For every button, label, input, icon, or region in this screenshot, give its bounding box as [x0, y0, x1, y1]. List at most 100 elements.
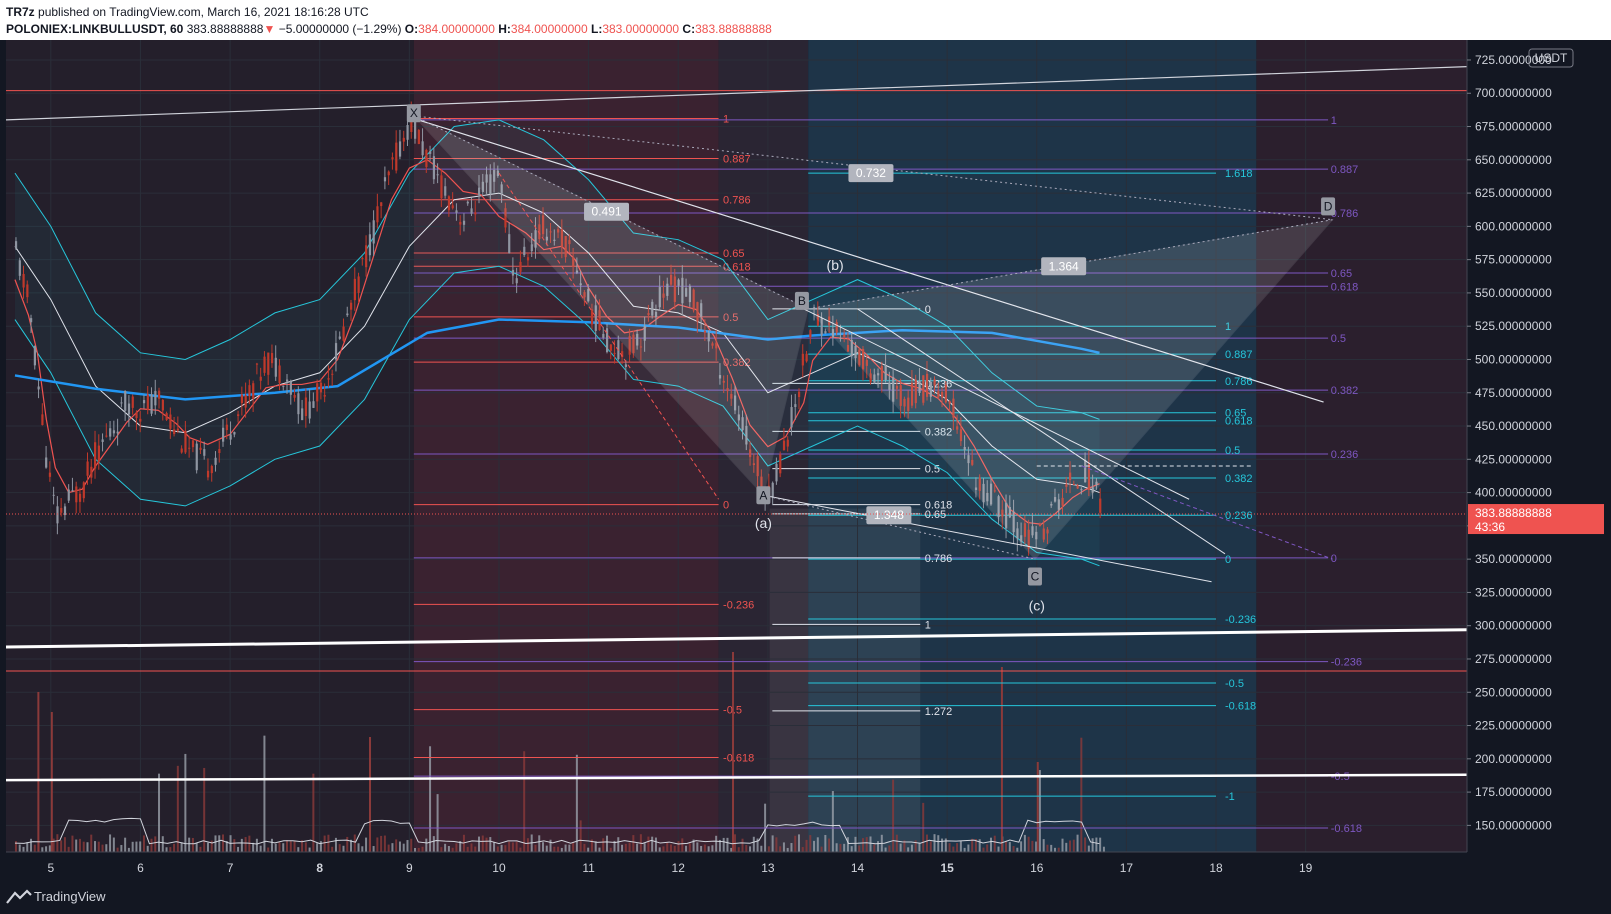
- candle-body: [391, 157, 394, 160]
- volume-bar: [681, 838, 684, 852]
- volume-bar: [357, 843, 360, 852]
- candle-body: [173, 429, 176, 435]
- open-value: 384.00000000: [418, 22, 495, 36]
- volume-bar: [534, 844, 537, 852]
- candle-body: [184, 430, 187, 453]
- volume-bar: [30, 838, 33, 852]
- candle-body: [478, 187, 481, 196]
- candle-body: [94, 442, 97, 469]
- symbol-legend: POLONIEX:LINKBULLUSDT, 60 383.88888888▼ …: [6, 22, 772, 36]
- volume-bar: [474, 846, 477, 852]
- price-change: −5.00000000 (−1.29%): [278, 22, 402, 36]
- candle-body: [771, 482, 774, 497]
- point-label: A: [759, 488, 767, 502]
- volume-bar: [1023, 834, 1026, 852]
- candle-body: [237, 414, 240, 417]
- volume-bar: [1008, 842, 1011, 852]
- volume-bar: [327, 834, 330, 852]
- volume-bar: [444, 843, 447, 852]
- candle-body: [248, 385, 251, 397]
- candle-body: [33, 345, 36, 366]
- volume-bar: [1046, 844, 1049, 852]
- fib-level-label: 1.618: [1225, 168, 1253, 180]
- volume-bar: [466, 846, 469, 852]
- volume-bar: [1069, 840, 1072, 852]
- volume-bar: [737, 847, 740, 852]
- volume-bar: [700, 845, 703, 852]
- candle-body: [191, 440, 195, 448]
- volume-bar: [214, 835, 217, 852]
- price-chart[interactable]: 10.8870.7860.650.6180.50.3820-0.236-0.5-…: [0, 40, 1611, 880]
- volume-bar: [1099, 837, 1102, 852]
- volume-bar: [255, 838, 258, 852]
- time-axis-bg: [0, 852, 1611, 880]
- price-tick-label: 625.00000000: [1475, 186, 1552, 200]
- volume-bar: [188, 837, 191, 852]
- volume-bar: [564, 844, 567, 852]
- candle-body: [78, 493, 82, 502]
- measure-box: [769, 508, 921, 852]
- volume-bar: [685, 845, 688, 852]
- time-tick-label: 8: [316, 861, 323, 875]
- time-tick-label: 12: [672, 861, 686, 875]
- volume-bar: [1031, 840, 1034, 852]
- volume-bar: [771, 835, 774, 852]
- candle-body: [331, 373, 334, 375]
- price-tick-label: 450.00000000: [1475, 419, 1552, 433]
- volume-bar: [557, 846, 560, 852]
- volume-bar: [414, 847, 417, 852]
- volume-bar: [496, 846, 499, 852]
- volume-bar: [572, 842, 575, 852]
- volume-bar: [846, 837, 849, 852]
- volume-bar: [342, 845, 345, 852]
- price-tick-label: 250.00000000: [1475, 685, 1552, 699]
- time-tick-label: 11: [582, 861, 595, 875]
- volume-bar: [1027, 836, 1030, 852]
- volume-bar: [959, 840, 962, 852]
- author[interactable]: TR7z: [6, 5, 35, 19]
- volume-bar: [835, 843, 838, 852]
- brand-name: TradingView: [34, 889, 106, 904]
- volume-bar: [749, 846, 752, 852]
- ratio-label: 0.732: [856, 166, 886, 180]
- candle-body: [18, 260, 21, 276]
- volume-bar: [628, 842, 631, 852]
- candle-body: [376, 206, 379, 223]
- volume-bar: [331, 846, 334, 852]
- volume-bar: [184, 753, 187, 852]
- candle-body: [350, 302, 353, 310]
- symbol-name[interactable]: POLONIEX:LINKBULLUSDT, 60: [6, 22, 183, 36]
- volume-bar: [636, 843, 639, 852]
- candle-body: [131, 396, 134, 408]
- candle-body: [206, 470, 210, 478]
- volume-bar: [455, 843, 458, 852]
- volume-bar: [259, 845, 262, 852]
- volume-bar: [707, 846, 710, 852]
- countdown-label: 43:36: [1475, 520, 1505, 534]
- candle-body: [154, 390, 157, 406]
- candle-body: [112, 430, 116, 434]
- candle-body: [775, 463, 778, 482]
- volume-bar: [195, 842, 198, 852]
- candle-body: [470, 208, 473, 214]
- volume-bar: [297, 847, 300, 852]
- volume-bar: [805, 839, 808, 852]
- price-tick-label: 275.00000000: [1475, 652, 1552, 666]
- volume-bar: [575, 754, 578, 852]
- volume-bar: [869, 836, 872, 852]
- fib-level-label: 0.65: [723, 248, 744, 260]
- volume-bar: [858, 845, 861, 852]
- volume-bar: [180, 842, 183, 852]
- candle-body: [353, 278, 356, 301]
- price-tick-label: 500.00000000: [1475, 352, 1552, 366]
- volume-bar: [380, 835, 383, 852]
- volume-bar: [60, 840, 63, 852]
- volume-bar: [963, 847, 966, 852]
- volume-bar: [1095, 837, 1098, 852]
- volume-bar: [662, 846, 665, 852]
- candle-body: [293, 395, 296, 398]
- volume-bar: [1084, 837, 1087, 852]
- candle-body: [210, 465, 213, 474]
- volume-bar: [101, 844, 104, 852]
- fib-level-label: 0.382: [1331, 385, 1359, 397]
